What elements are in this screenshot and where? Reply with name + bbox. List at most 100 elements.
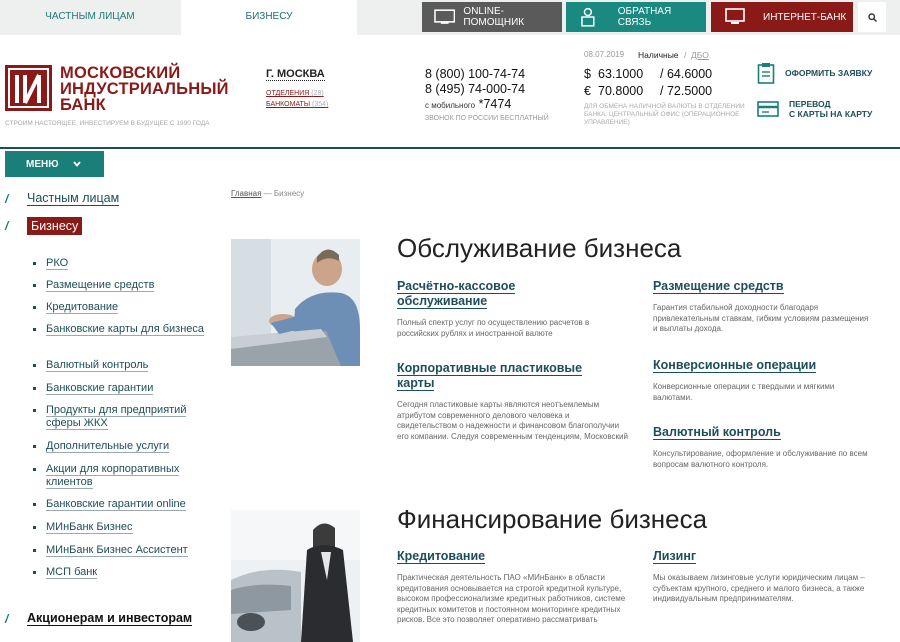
- sidebar-subitem-label: Банковские гарантии: [46, 382, 154, 395]
- card-rko-title-text: Расчётно-кассовое обслуживание: [397, 279, 516, 309]
- online-assistant-button[interactable]: Online-помощник: [422, 2, 562, 32]
- usd-sell: / 64.6000: [660, 67, 713, 81]
- slash-icon: /: [5, 611, 9, 626]
- feedback-button[interactable]: Обратная связь: [566, 2, 706, 32]
- card-leasing-title[interactable]: Лизинг: [653, 549, 873, 564]
- menu-button[interactable]: Меню: [5, 151, 104, 177]
- sidebar-subitem-label: МСП банк: [46, 566, 98, 579]
- tab-business[interactable]: Бизнесу: [181, 0, 357, 35]
- rates-tab-dbo[interactable]: ДБО: [691, 50, 709, 60]
- sidebar-subitem[interactable]: МСП банк: [46, 566, 206, 579]
- card-deposits-text: Гарантия стабильной доходности благодаря…: [653, 303, 869, 333]
- netbank-button[interactable]: Интернет-банк: [711, 2, 853, 32]
- sidebar-subitem[interactable]: Размещение средств: [46, 279, 206, 292]
- phone-1[interactable]: 8 (800) 100-74-74: [425, 67, 525, 81]
- card-rko-text: Полный спектр услуг по осуществлению рас…: [397, 318, 590, 338]
- card-deposits-title[interactable]: Размещение средств: [653, 279, 873, 294]
- bullet-icon: [33, 284, 36, 287]
- site-header: Московский индустриальный банк Строим на…: [0, 35, 900, 147]
- monitor-icon: [434, 9, 456, 24]
- card-corporate-cards-title[interactable]: Корпоративные пластиковые карты: [397, 361, 597, 391]
- phone-mobile-label: с мобильного: [425, 101, 476, 110]
- sidebar-subitem[interactable]: Акции для корпоративных клиентов: [46, 463, 206, 489]
- phone-mobile[interactable]: с мобильного *7474: [425, 97, 511, 111]
- card-corporate-cards-title-text: Корпоративные пластиковые карты: [397, 361, 583, 391]
- screen-icon: [725, 8, 745, 24]
- rate-usd: $63.1000 / 64.6000: [584, 67, 712, 81]
- card-transfer-line2: с карты на карту: [789, 109, 873, 119]
- sidebar-subitem[interactable]: МИнБанк Бизнес Ассистент: [46, 544, 206, 557]
- eur-symbol: €: [584, 84, 591, 98]
- bank-logo-icon: [5, 65, 52, 111]
- atms-label: Банкоматы: [266, 101, 311, 108]
- top-bar: Частным лицам Бизнесу Online-помощник Об…: [0, 0, 900, 35]
- sidebar-subitem[interactable]: Банковские гарантии: [46, 382, 206, 395]
- bank-name-line2: индустриальный: [60, 80, 229, 98]
- phone-2[interactable]: 8 (495) 74-000-74: [425, 82, 525, 96]
- rates-tab-cash[interactable]: Наличные: [638, 50, 679, 60]
- sidebar-subitem[interactable]: Банковские гарантии online: [46, 498, 206, 511]
- atms-count: (354): [312, 101, 329, 108]
- card-conversion-title-text: Конверсионные операции: [653, 358, 817, 373]
- sidebar-subitem[interactable]: Продукты для предприятий сферы ЖКХ: [46, 404, 206, 430]
- bullet-icon: [33, 328, 36, 331]
- card-currency-control-title[interactable]: Валютный контроль: [653, 425, 873, 440]
- card-conversion-text: Конверсионные операции с твердыми и мягк…: [653, 382, 835, 402]
- card-currency-control-title-text: Валютный контроль: [653, 425, 781, 440]
- card-conversion-title[interactable]: Конверсионные операции: [653, 358, 873, 373]
- card-leasing-title-text: Лизинг: [653, 549, 697, 564]
- card-lending-title[interactable]: Кредитование: [397, 549, 597, 564]
- city-selector[interactable]: г. Москва: [266, 68, 325, 81]
- usd-symbol: $: [584, 67, 591, 81]
- branches-link[interactable]: Отделения (28): [266, 90, 324, 97]
- bullet-icon: [33, 387, 36, 390]
- sidebar-subitem[interactable]: Кредитование: [46, 301, 206, 314]
- apply-link[interactable]: Оформить заявку: [757, 62, 872, 84]
- bullet-icon: [33, 306, 36, 309]
- sidebar-subitem-label: МИнБанк Бизнес: [46, 521, 133, 534]
- search-icon: [867, 12, 877, 22]
- sidebar-item-private-label: Частным лицам: [27, 191, 120, 206]
- branches-count: (28): [311, 90, 324, 97]
- card-transfer-icon: [757, 101, 779, 117]
- business-finance-photo: [231, 510, 360, 642]
- card-lending-title-text: Кредитование: [397, 549, 486, 564]
- sidebar-item-investors-label: Акционерам и инвесторам: [27, 611, 193, 626]
- search-button[interactable]: [858, 2, 886, 32]
- breadcrumb-home[interactable]: Главная: [231, 189, 261, 198]
- section-title-service: Обслуживание бизнеса: [397, 233, 682, 263]
- slash-icon: /: [5, 219, 9, 233]
- sidebar-subitem[interactable]: Валютный контроль: [46, 359, 206, 372]
- business-service-photo: [231, 239, 360, 366]
- atms-link[interactable]: Банкоматы (354): [266, 101, 328, 108]
- card-rko-title[interactable]: Расчётно-кассовое обслуживание: [397, 279, 597, 309]
- breadcrumb: Главная — Бизнесу: [231, 189, 304, 198]
- slash-icon: /: [5, 191, 9, 206]
- sidebar-subitem-label: Дополнительные услуги: [46, 440, 170, 453]
- sidebar-item-investors[interactable]: / Акционерам и инвесторам: [5, 611, 193, 626]
- breadcrumb-separator: —: [263, 189, 272, 198]
- sidebar-item-business[interactable]: / Бизнесу: [5, 217, 83, 235]
- card-lending-text: Практическая деятельность ПАО «МИнБанк» …: [397, 573, 626, 624]
- bullet-icon: [33, 571, 36, 574]
- rates-note: Для обмена наличной валюты в отделении б…: [584, 103, 745, 126]
- chevron-down-icon: [72, 161, 81, 167]
- sidebar-subitem[interactable]: МИнБанк Бизнес: [46, 521, 206, 534]
- bullet-icon: [33, 549, 36, 552]
- card-transfer-line1: Перевод: [789, 99, 831, 109]
- feedback-icon: [581, 7, 595, 27]
- card-corporate-cards-text: Сегодня пластиковые карты являются неотъ…: [397, 400, 628, 441]
- branches-label: Отделения: [266, 90, 310, 97]
- tab-private[interactable]: Частным лицам: [0, 0, 180, 35]
- sidebar-item-private[interactable]: / Частным лицам: [5, 191, 120, 206]
- sidebar-subitem[interactable]: Дополнительные услуги: [46, 440, 206, 453]
- breadcrumb-current: Бизнесу: [273, 189, 305, 198]
- sidebar-subitem[interactable]: Банковские карты для бизнеса: [46, 323, 206, 336]
- sidebar-subitem-label: Акции для корпоративных клиентов: [46, 463, 180, 489]
- usd-buy: 63.1000: [598, 67, 644, 81]
- bank-name-line1: Московский: [60, 64, 181, 82]
- bullet-icon: [33, 526, 36, 529]
- sidebar-subitem[interactable]: РКО: [46, 257, 206, 270]
- bullet-icon: [33, 262, 36, 265]
- card-transfer-link[interactable]: Перевод с карты на карту: [757, 99, 872, 119]
